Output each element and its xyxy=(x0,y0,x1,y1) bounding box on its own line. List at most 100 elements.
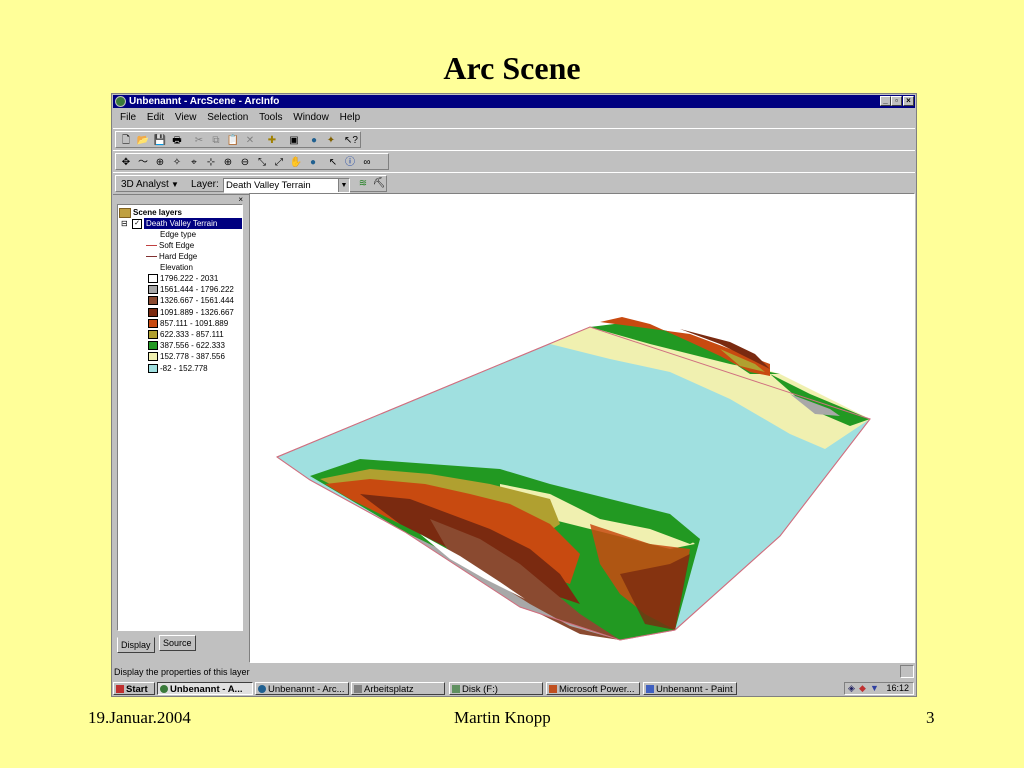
hard-edge-item: Hard Edge xyxy=(146,251,197,262)
elevation-swatch[interactable] xyxy=(148,296,158,306)
elevation-heading: Elevation xyxy=(160,263,193,272)
scene-properties-icon[interactable]: ✦ xyxy=(324,134,338,147)
task-arbeitsplatz[interactable]: Arbeitsplatz xyxy=(351,682,445,695)
pan-icon[interactable]: ✋ xyxy=(289,156,303,169)
select-pointer-icon[interactable]: ↖ xyxy=(326,156,340,169)
tray-antivirus-icon[interactable]: ◆ xyxy=(859,683,866,694)
paste-icon[interactable]: 📋 xyxy=(226,134,240,147)
target-zoom-icon[interactable]: ⊕ xyxy=(153,156,167,169)
layer-death-valley-terrain[interactable]: Death Valley Terrain xyxy=(144,218,242,229)
cut-icon[interactable]: ✂ xyxy=(192,134,206,147)
elevation-class-item[interactable]: 622.333 - 857.111 xyxy=(118,329,242,340)
elevation-class-item[interactable]: 1326.667 - 1561.444 xyxy=(118,295,242,306)
print-icon[interactable]: 🖶 xyxy=(170,134,184,147)
task-disk-f[interactable]: Disk (F:) xyxy=(449,682,543,695)
menu-view[interactable]: View xyxy=(175,112,197,123)
menu-tools[interactable]: Tools xyxy=(259,112,282,123)
start-button[interactable]: Start xyxy=(113,682,155,695)
3d-analyst-menu[interactable]: 3D Analyst xyxy=(121,176,169,193)
elevation-class-item[interactable]: 1091.889 - 1326.667 xyxy=(118,307,242,318)
task-powerpoint[interactable]: Microsoft Power... xyxy=(546,682,640,695)
menu-file[interactable]: File xyxy=(120,112,136,123)
standard-toolbar-group: 🗋 📂 💾 🖶 ✂ ⧉ 📋 ✕ ✚ ▣ ● ✦ ↖? xyxy=(115,131,361,148)
narrow-fov-icon[interactable]: ⤡ xyxy=(255,156,269,169)
3d-analyst-dropdown-icon[interactable]: ▼ xyxy=(171,176,179,193)
elevation-class-item[interactable]: 152.778 - 387.556 xyxy=(118,351,242,362)
title-bar[interactable]: Unbenannt - ArcScene - ArcInfo _ ▫ × xyxy=(113,95,915,108)
elevation-class-label: 1326.667 - 1561.444 xyxy=(160,296,234,306)
steepest-path-icon[interactable]: ⛏ xyxy=(372,177,386,190)
zoom-out-icon[interactable]: ⊖ xyxy=(238,156,252,169)
elevation-class-label: 622.333 - 857.111 xyxy=(160,330,224,339)
tab-source[interactable]: Source xyxy=(159,635,196,651)
status-bar: Display the properties of this layer xyxy=(113,665,915,679)
tools-toolbar: ✥ 〜 ⊕ ✧ ⌖ ⊹ ⊕ ⊖ ⤡ ⤢ ✋ ● ↖ ⓘ ∞ xyxy=(113,150,915,173)
arcscene-icon xyxy=(160,685,168,693)
layer-label: Layer: xyxy=(191,179,219,190)
layer-select[interactable]: Death Valley Terrain ▼ xyxy=(223,178,350,193)
task-paint[interactable]: Unbenannt - Paint xyxy=(643,682,737,695)
elevation-swatch[interactable] xyxy=(148,352,158,362)
globe-icon[interactable]: ● xyxy=(307,134,321,147)
task-unbenannt-arcmap[interactable]: Unbenannt - Arc... xyxy=(255,682,349,695)
navigate-icon[interactable]: ✥ xyxy=(119,156,133,169)
set-observer-icon[interactable]: ⊹ xyxy=(204,156,218,169)
menu-window[interactable]: Window xyxy=(293,112,329,123)
window-title: Unbenannt - ArcScene - ArcInfo xyxy=(129,96,280,107)
elevation-swatch[interactable] xyxy=(148,330,158,339)
elevation-swatch[interactable] xyxy=(148,363,158,373)
soft-edge-item: Soft Edge xyxy=(146,240,194,251)
tab-display[interactable]: Display xyxy=(117,637,155,653)
elevation-swatch[interactable] xyxy=(148,318,158,328)
identify-icon[interactable]: ⓘ xyxy=(343,156,357,169)
elevation-swatch[interactable] xyxy=(148,285,158,295)
help-pointer-icon[interactable]: ↖? xyxy=(344,134,358,147)
full-extent-icon[interactable]: ● xyxy=(306,156,320,169)
menu-help[interactable]: Help xyxy=(340,112,361,123)
layer-visibility-checkbox[interactable]: ✓ xyxy=(132,218,142,229)
elevation-class-item[interactable]: 1561.444 - 1796.222 xyxy=(118,284,242,295)
footer-page-number: 3 xyxy=(926,708,935,727)
scene-layers-root[interactable]: Scene layers xyxy=(119,207,182,218)
new-icon[interactable]: 🗋 xyxy=(119,134,133,147)
elevation-class-item[interactable]: 857.111 - 1091.889 xyxy=(118,318,242,329)
elevation-class-item[interactable]: 387.556 - 622.333 xyxy=(118,340,242,351)
expand-fov-icon[interactable]: ⤢ xyxy=(272,156,286,169)
center-on-target-icon[interactable]: ✧ xyxy=(170,156,184,169)
elevation-swatch[interactable] xyxy=(148,274,158,283)
tray-network-icon[interactable]: ◈ xyxy=(848,683,855,694)
layer-select-value: Death Valley Terrain xyxy=(226,180,311,191)
task-unbenannt-arcscene[interactable]: Unbenannt - A... xyxy=(157,682,253,695)
find-binoculars-icon[interactable]: ∞ xyxy=(360,156,374,169)
fly-icon[interactable]: 〜 xyxy=(136,156,150,169)
elevation-class-item[interactable]: -82 - 152.778 xyxy=(118,363,242,374)
collapse-toggle-icon[interactable]: ⊟ xyxy=(121,218,128,229)
menu-selection[interactable]: Selection xyxy=(207,112,248,123)
slide-title: Arc Scene xyxy=(443,50,581,86)
elevation-swatch[interactable] xyxy=(148,341,158,351)
elevation-swatch[interactable] xyxy=(148,307,158,317)
chevron-down-icon[interactable]: ▼ xyxy=(338,179,349,192)
close-button[interactable]: × xyxy=(903,96,914,106)
tray-shield-icon[interactable]: ▼ xyxy=(870,683,879,694)
zoom-in-icon[interactable]: ⊕ xyxy=(221,156,235,169)
calculator-icon[interactable]: ▣ xyxy=(287,134,301,147)
create-contours-icon[interactable]: ≋ xyxy=(356,177,370,190)
elevation-class-item[interactable]: 1796.222 - 2031 xyxy=(118,273,242,284)
delete-icon[interactable]: ✕ xyxy=(243,134,257,147)
elevation-class-label: 1796.222 - 2031 xyxy=(160,274,219,283)
add-data-icon[interactable]: ✚ xyxy=(265,134,279,147)
elevation-class-label: 1091.889 - 1326.667 xyxy=(160,307,234,317)
scene-viewport[interactable] xyxy=(249,193,915,663)
maximize-button[interactable]: ▫ xyxy=(891,96,902,106)
menu-edit[interactable]: Edit xyxy=(147,112,164,123)
hard-edge-line-icon xyxy=(146,256,157,258)
copy-icon[interactable]: ⧉ xyxy=(209,134,223,147)
zoom-to-target-icon[interactable]: ⌖ xyxy=(187,156,201,169)
menu-bar: File Edit View Selection Tools Window He… xyxy=(113,109,915,127)
save-icon[interactable]: 💾 xyxy=(153,134,167,147)
standard-toolbar: 🗋 📂 💾 🖶 ✂ ⧉ 📋 ✕ ✚ ▣ ● ✦ ↖? xyxy=(113,128,915,151)
open-icon[interactable]: 📂 xyxy=(136,134,150,147)
minimize-button[interactable]: _ xyxy=(880,96,891,106)
toc-close-icon[interactable]: × xyxy=(238,195,243,204)
